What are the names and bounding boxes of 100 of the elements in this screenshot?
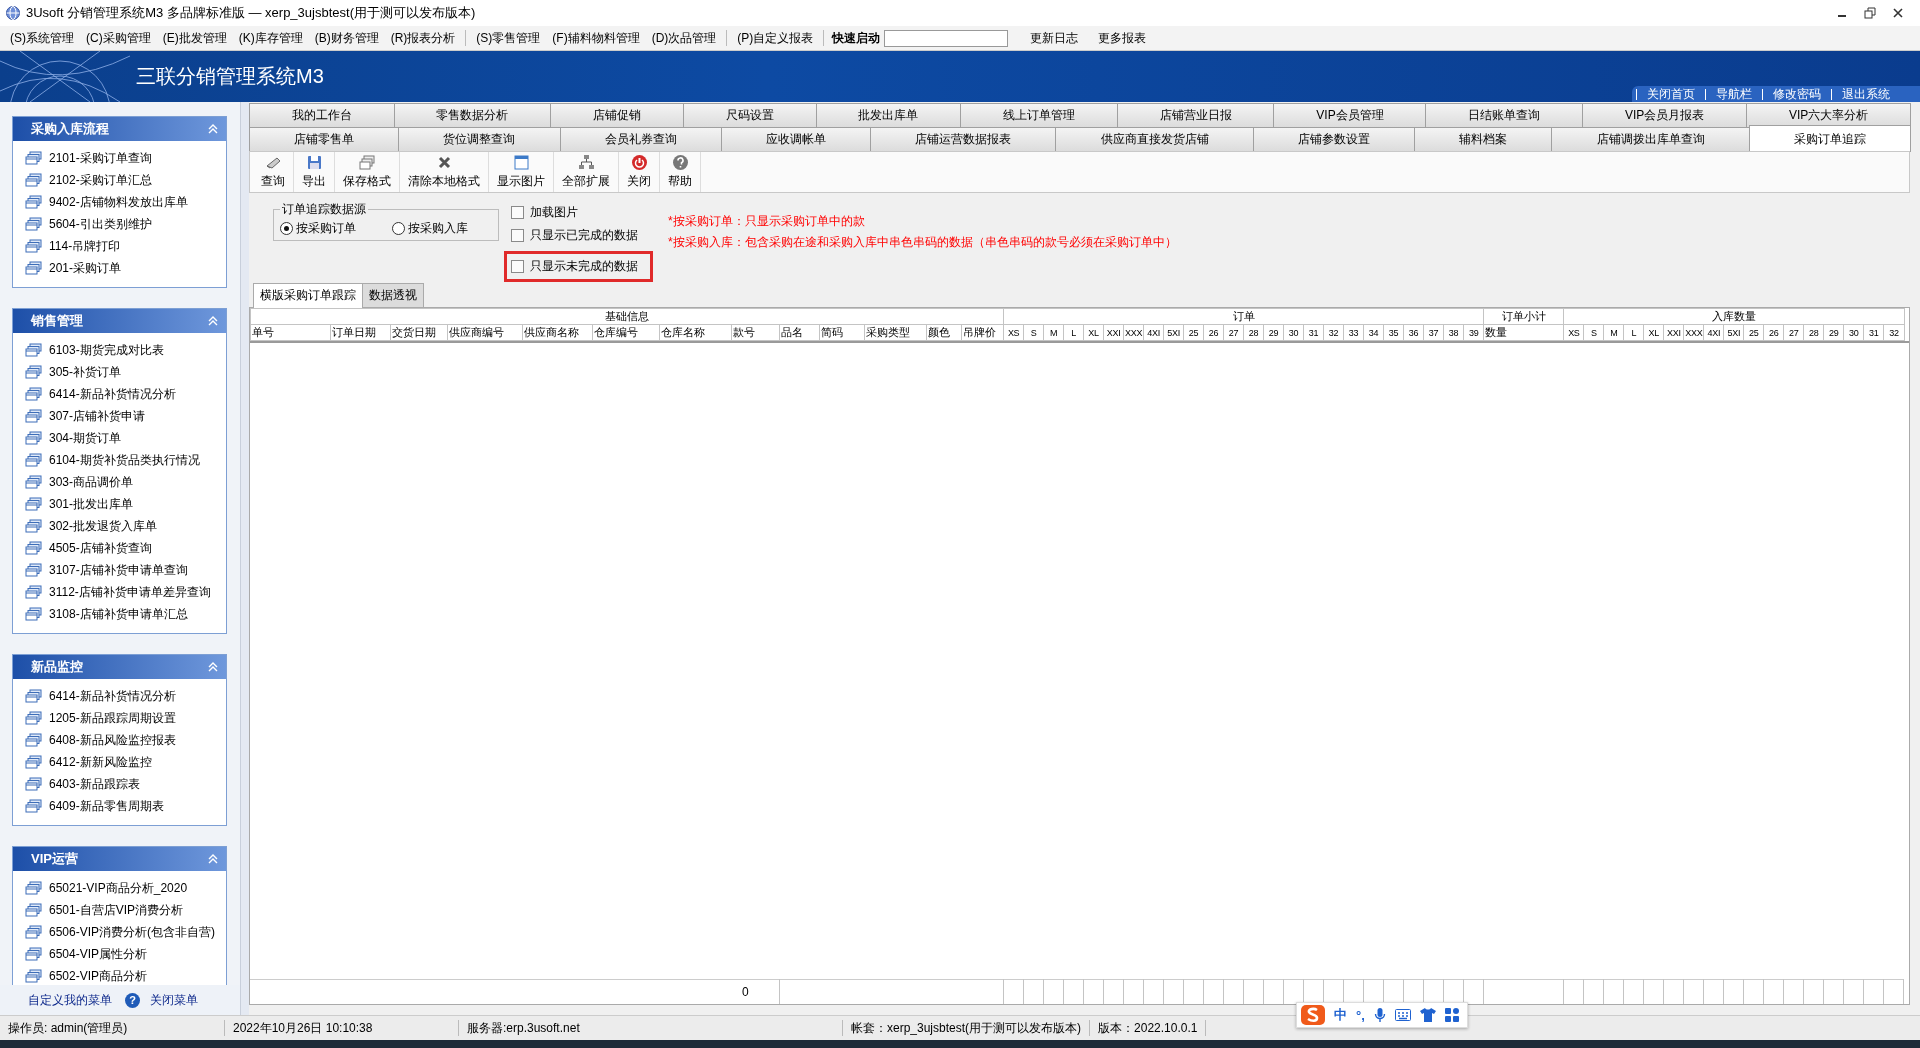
sidebar-item[interactable]: 2101-采购订单查询 <box>49 149 152 167</box>
tab[interactable]: 店铺零售单 <box>249 127 400 151</box>
menu-item[interactable]: (P)自定义报表 <box>731 27 820 49</box>
menu-item[interactable]: (B)财务管理 <box>308 27 385 49</box>
collapse-icon[interactable] <box>208 662 218 672</box>
menu-item[interactable]: (D)次品管理 <box>645 27 723 49</box>
sidebar-item[interactable]: 6414-新品补货情况分析 <box>49 687 176 705</box>
sidebar-item[interactable]: 65021-VIP商品分析_2020 <box>49 879 188 897</box>
menu-item[interactable]: (R)报表分析 <box>384 27 462 49</box>
sidebar-item[interactable]: 6414-新品补货情况分析 <box>49 385 176 403</box>
sidebar-item[interactable]: 9402-店铺物料发放出库单 <box>49 193 188 211</box>
sidebar-item[interactable]: 305-补货订单 <box>49 363 122 381</box>
quick-launch-field[interactable] <box>884 29 1009 47</box>
sidebar-item[interactable]: 6409-新品零售周期表 <box>49 797 164 815</box>
grid-icon[interactable] <box>1444 1008 1459 1022</box>
toolbar-button[interactable]: 显示图片 <box>489 152 554 192</box>
sidebar-item[interactable]: 301-批发出库单 <box>49 495 134 513</box>
ime-punctuation[interactable]: °, <box>1356 1007 1365 1023</box>
sidebar-item[interactable]: 3108-店铺补货申请单汇总 <box>49 605 188 623</box>
sidebar-item[interactable]: 6506-VIP消费分析(包含非自营) <box>49 923 216 941</box>
sidebar-item[interactable]: 3107-店铺补货申请单查询 <box>49 561 188 579</box>
tab[interactable]: 应收调帐单 <box>720 127 872 151</box>
tab[interactable]: 货位调整查询 <box>398 127 561 151</box>
sidebar-item[interactable]: 304-期货订单 <box>49 429 122 447</box>
restore-icon[interactable] <box>1864 7 1876 19</box>
sidebar-item[interactable]: 201-采购订单 <box>49 259 122 277</box>
menu-item[interactable]: (K)库存管理 <box>232 27 309 49</box>
sidebar-item[interactable]: 302-批发退货入库单 <box>49 517 158 535</box>
tab[interactable]: VIP会员月报表 <box>1582 103 1748 127</box>
toolbar-button[interactable]: 帮助 <box>660 152 701 192</box>
microphone-icon[interactable] <box>1373 1007 1386 1023</box>
sidebar-item[interactable]: 6412-新新风险监控 <box>49 753 152 771</box>
sidebar-item[interactable]: 6504-VIP属性分析 <box>49 945 148 963</box>
radio-button[interactable] <box>392 221 405 235</box>
sidebar-item[interactable]: 6403-新品跟踪表 <box>49 775 140 793</box>
menu-link[interactable]: 更新日志 <box>1024 27 1085 49</box>
menu-item[interactable]: (F)辅料物料管理 <box>546 27 646 49</box>
tab[interactable]: 日结账单查询 <box>1425 103 1584 127</box>
menu-item[interactable]: (S)系统管理 <box>4 27 80 49</box>
sidebar-item[interactable]: 6104-期货补货品类执行情况 <box>49 451 200 469</box>
help-icon[interactable]: ? <box>125 992 140 1008</box>
tab[interactable]: 批发出库单 <box>815 103 962 127</box>
tab[interactable]: VIP六大率分析 <box>1746 103 1912 127</box>
checkbox-label[interactable]: 只显示未完成的数据 <box>530 258 638 275</box>
sidebar-item[interactable]: 4505-店铺补货查询 <box>49 539 152 557</box>
header-link[interactable]: 导航栏 <box>1705 88 1762 100</box>
tab[interactable]: 我的工作台 <box>249 103 395 127</box>
collapse-icon[interactable] <box>208 316 218 326</box>
tab[interactable]: 店铺调拨出库单查询 <box>1551 127 1750 151</box>
sidebar-item[interactable]: 5604-引出类别维护 <box>49 215 152 233</box>
toolbar-button[interactable]: 全部扩展 <box>554 152 619 192</box>
panel-header[interactable]: 采购入库流程 <box>13 117 226 141</box>
tab[interactable]: 店铺运营数据报表 <box>870 127 1057 151</box>
toolbar-button[interactable]: 清除本地格式 <box>400 152 489 192</box>
tab[interactable]: 零售数据分析 <box>393 103 552 127</box>
radio-button[interactable] <box>280 221 293 235</box>
tab[interactable]: 采购订单追踪 <box>1748 125 1911 152</box>
sidebar-item[interactable]: 307-店铺补货申请 <box>49 407 146 425</box>
sidebar-item[interactable]: 1205-新品跟踪周期设置 <box>49 709 176 727</box>
panel-header[interactable]: 销售管理 <box>13 309 226 333</box>
toolbar-button[interactable]: 导出 <box>294 152 335 192</box>
checkbox-label[interactable]: 加载图片 <box>530 204 578 221</box>
collapse-icon[interactable] <box>208 854 218 864</box>
toolbar-button[interactable]: 查询 <box>253 152 294 192</box>
close-menu-link[interactable]: 关闭菜单 <box>150 991 198 1009</box>
shirt-icon[interactable] <box>1419 1008 1436 1022</box>
radio-label[interactable]: 按采购入库 <box>408 219 468 237</box>
tab[interactable]: 横版采购订单跟踪 <box>253 283 363 308</box>
ime-logo-icon[interactable] <box>1301 1005 1325 1025</box>
panel-header[interactable]: 新品监控 <box>13 655 226 679</box>
toolbar-button[interactable]: 保存格式 <box>335 152 400 192</box>
tab[interactable]: VIP会员管理 <box>1273 103 1427 127</box>
header-link[interactable]: 关闭首页 <box>1636 88 1705 100</box>
sidebar-item[interactable]: 6408-新品风险监控报表 <box>49 731 176 749</box>
tab[interactable]: 供应商直接发货店铺 <box>1055 127 1254 151</box>
customize-menu-link[interactable]: 自定义我的菜单 <box>28 991 112 1009</box>
sidebar-item[interactable]: 6501-自营店VIP消费分析 <box>49 901 184 919</box>
menu-item[interactable]: (E)批发管理 <box>156 27 233 49</box>
sidebar-item[interactable]: 6502-VIP商品分析 <box>49 967 148 985</box>
collapse-icon[interactable] <box>208 124 218 134</box>
ime-mode[interactable]: 中 <box>1334 1006 1347 1024</box>
tab[interactable]: 会员礼券查询 <box>559 127 722 151</box>
panel-header[interactable]: VIP运营 <box>13 847 226 871</box>
radio-label[interactable]: 按采购订单 <box>296 219 356 237</box>
tab[interactable]: 线上订单管理 <box>960 103 1118 127</box>
tab[interactable]: 尺码设置 <box>682 103 817 127</box>
tab[interactable]: 数据透视 <box>362 283 424 307</box>
keyboard-icon[interactable] <box>1394 1009 1411 1021</box>
tab[interactable]: 店铺参数设置 <box>1252 127 1416 151</box>
header-link[interactable]: 修改密码 <box>1762 88 1831 100</box>
close-icon[interactable] <box>1892 7 1904 19</box>
tab[interactable]: 辅料档案 <box>1414 127 1553 151</box>
tab[interactable]: 店铺促销 <box>550 103 684 127</box>
menu-item[interactable]: (S)零售管理 <box>470 27 547 49</box>
sidebar-item[interactable]: 303-商品调价单 <box>49 473 134 491</box>
checkbox[interactable] <box>511 260 524 273</box>
header-link[interactable]: 退出系统 <box>1831 88 1900 100</box>
sidebar-item[interactable]: 2102-采购订单汇总 <box>49 171 152 189</box>
sidebar-item[interactable]: 3112-店铺补货申请单差异查询 <box>49 583 211 601</box>
toolbar-button[interactable]: 关闭 <box>619 152 660 192</box>
